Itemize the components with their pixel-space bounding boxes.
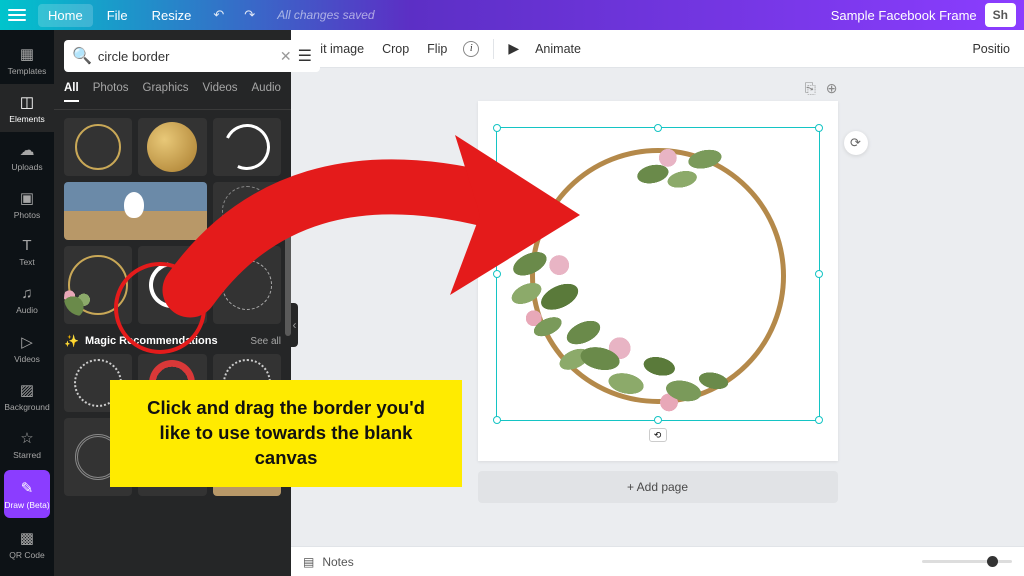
elements-icon: ◫	[20, 93, 34, 111]
rail-draw-beta[interactable]: ✎Draw (Beta)	[4, 470, 50, 518]
redo-icon[interactable]: ↷	[236, 3, 263, 27]
star-icon: ☆	[20, 429, 33, 447]
resize-handle-nw[interactable]	[493, 124, 501, 132]
side-rail: ▦Templates ◫Elements ☁Uploads ▣Photos TT…	[0, 30, 54, 576]
topbar-left: Home File Resize ↶ ↷ All changes saved	[8, 3, 375, 27]
audio-icon: ♫	[21, 285, 32, 302]
add-page-icon[interactable]: ⊕	[826, 80, 838, 97]
animate-icon: ▶	[508, 40, 519, 57]
magic-recommendations-header: ✨ Magic Recommendations See all	[64, 334, 281, 348]
search-input[interactable]	[98, 49, 274, 64]
notes-icon: ▤	[303, 555, 314, 569]
see-all-link[interactable]: See all	[250, 336, 281, 347]
top-bar: Home File Resize ↶ ↷ All changes saved S…	[0, 0, 1024, 30]
info-icon[interactable]: i	[463, 41, 479, 57]
result-dashed-circle-2[interactable]	[213, 246, 281, 324]
photos-icon: ▣	[20, 189, 34, 207]
result-brush-circle[interactable]	[138, 246, 206, 324]
result-white-arc[interactable]	[213, 118, 281, 176]
resize-handle-e[interactable]	[815, 270, 823, 278]
duplicate-page-icon[interactable]: ⎘	[805, 80, 816, 97]
separator	[493, 39, 494, 59]
bottom-bar: ▤ Notes	[291, 546, 1024, 576]
results-scroll[interactable]: ✨ Magic Recommendations See all	[54, 110, 291, 576]
position-button[interactable]: Positio	[970, 38, 1012, 60]
home-button[interactable]: Home	[38, 4, 93, 27]
templates-icon: ▦	[20, 45, 34, 63]
add-page-button[interactable]: + Add page	[478, 471, 838, 503]
rail-uploads[interactable]: ☁Uploads	[0, 132, 54, 180]
animate-button[interactable]: Animate	[533, 38, 583, 60]
search-row: 🔍 ✕ ☰	[54, 30, 291, 82]
rail-starred[interactable]: ☆Starred	[0, 420, 54, 468]
tab-graphics[interactable]: Graphics	[143, 82, 189, 101]
text-icon: T	[22, 237, 31, 254]
rail-photos[interactable]: ▣Photos	[0, 180, 54, 228]
selection-box[interactable]: ⟲	[496, 127, 820, 421]
filter-tabs: All Photos Graphics Videos Audio	[54, 82, 291, 110]
file-button[interactable]: File	[97, 4, 138, 27]
tab-audio[interactable]: Audio	[252, 82, 281, 101]
search-icon: 🔍	[72, 46, 92, 66]
notes-button[interactable]: Notes	[322, 555, 353, 569]
uploads-icon: ☁	[20, 141, 35, 159]
resize-handle-ne[interactable]	[815, 124, 823, 132]
share-button[interactable]: Sh	[985, 3, 1016, 27]
resize-button[interactable]: Resize	[142, 4, 202, 27]
project-name[interactable]: Sample Facebook Frame	[831, 8, 977, 23]
result-dog-photo[interactable]	[64, 182, 207, 240]
qr-icon: ▩	[20, 529, 34, 547]
rail-qr-code[interactable]: ▩QR Code	[0, 520, 54, 568]
save-status: All changes saved	[277, 8, 374, 22]
crop-button[interactable]: Crop	[380, 38, 411, 60]
main: ▦Templates ◫Elements ☁Uploads ▣Photos TT…	[0, 30, 1024, 576]
rail-background[interactable]: ▨Background	[0, 372, 54, 420]
zoom-slider[interactable]	[922, 560, 1012, 563]
search-box[interactable]: 🔍 ✕ ☰	[64, 40, 320, 72]
resize-handle-s[interactable]	[654, 416, 662, 424]
resize-handle-se[interactable]	[815, 416, 823, 424]
flip-button[interactable]: Flip	[425, 38, 449, 60]
tab-all[interactable]: All	[64, 82, 79, 102]
videos-icon: ▷	[21, 333, 33, 351]
result-dashed-circle[interactable]	[213, 182, 281, 240]
elements-panel: 🔍 ✕ ☰ All Photos Graphics Videos Audio	[54, 30, 291, 576]
rail-elements[interactable]: ◫Elements	[0, 84, 54, 132]
resize-handle-sw[interactable]	[493, 416, 501, 424]
panel-collapse-handle[interactable]	[291, 303, 298, 347]
background-icon: ▨	[20, 381, 34, 399]
undo-icon[interactable]: ↶	[205, 3, 232, 27]
result-floral-wreath[interactable]	[64, 246, 132, 324]
clear-search-icon[interactable]: ✕	[280, 48, 292, 65]
rotate-handle[interactable]: ⟲	[649, 428, 667, 442]
sparkle-icon: ✨	[64, 334, 79, 348]
context-toolbar: Edit image Crop Flip i ▶ Animate Positio	[291, 30, 1024, 68]
filter-icon[interactable]: ☰	[298, 46, 312, 66]
tutorial-callout: Click and drag the border you'd like to …	[110, 380, 462, 487]
result-gold-disc[interactable]	[138, 118, 206, 176]
rail-videos[interactable]: ▷Videos	[0, 324, 54, 372]
comment-button[interactable]: ⟳	[844, 131, 868, 155]
rail-text[interactable]: TText	[0, 228, 54, 276]
rail-audio[interactable]: ♫Audio	[0, 276, 54, 324]
draw-icon: ✎	[21, 479, 34, 497]
result-gold-ring[interactable]	[64, 118, 132, 176]
canvas-area: Edit image Crop Flip i ▶ Animate Positio…	[291, 30, 1024, 576]
menu-icon[interactable]	[8, 9, 26, 21]
rail-templates[interactable]: ▦Templates	[0, 36, 54, 84]
resize-handle-w[interactable]	[493, 270, 501, 278]
canvas-page[interactable]: ⟲ ⟳	[478, 101, 838, 461]
page-tools: ⎘ ⊕	[478, 80, 838, 97]
zoom-thumb[interactable]	[987, 556, 998, 567]
resize-handle-n[interactable]	[654, 124, 662, 132]
tab-videos[interactable]: Videos	[203, 82, 238, 101]
tab-photos[interactable]: Photos	[93, 82, 129, 101]
